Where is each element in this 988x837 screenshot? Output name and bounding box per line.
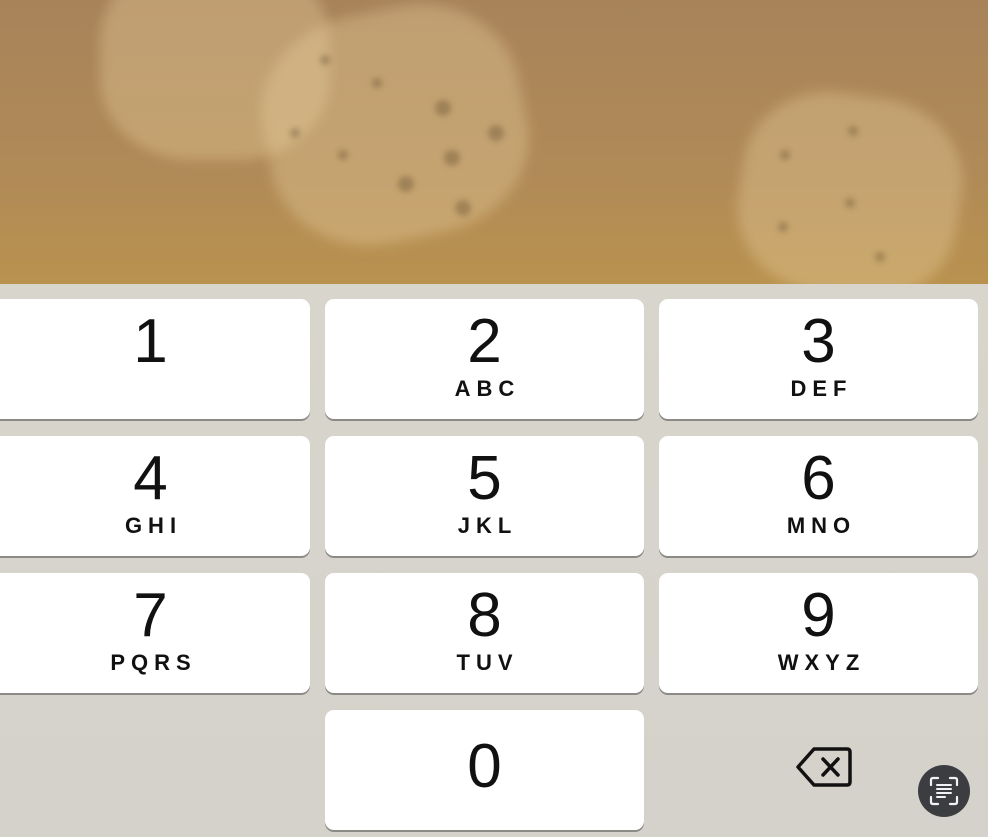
key-letters: MNO <box>786 513 857 538</box>
text-scan-button[interactable] <box>918 765 970 817</box>
blurred-die <box>727 80 973 284</box>
delete-button[interactable] <box>778 724 870 810</box>
backspace-icon <box>796 747 852 787</box>
key-letters: WXYZ <box>777 650 866 675</box>
key-7[interactable]: 7 PQRS <box>0 573 310 693</box>
blurred-dot <box>845 198 855 208</box>
key-6[interactable]: 6 MNO <box>659 436 978 556</box>
blurred-dot <box>455 200 471 216</box>
key-digit: 1 <box>133 307 168 376</box>
key-3[interactable]: 3 DEF <box>659 299 978 419</box>
key-0[interactable]: 0 <box>325 710 644 830</box>
blurred-dot <box>778 222 788 232</box>
key-4[interactable]: 4 GHI <box>0 436 310 556</box>
blurred-dot <box>875 252 885 262</box>
key-digit: 8 <box>467 581 502 650</box>
key-letters: DEF <box>790 376 853 401</box>
key-digit: 2 <box>467 307 502 376</box>
blurred-dot <box>338 150 348 160</box>
key-digit: 4 <box>133 444 168 513</box>
key-5[interactable]: 5 JKL <box>325 436 644 556</box>
blurred-dot <box>435 100 451 116</box>
blurred-dot <box>320 55 330 65</box>
key-digit: 9 <box>801 581 836 650</box>
key-digit: 3 <box>801 307 836 376</box>
key-8[interactable]: 8 TUV <box>325 573 644 693</box>
key-1[interactable]: 1 <box>0 299 310 419</box>
key-letters: JKL <box>457 513 518 538</box>
blurred-dot <box>290 128 300 138</box>
blurred-dot <box>398 176 414 192</box>
key-digit: 0 <box>467 732 502 801</box>
key-digit: 7 <box>133 581 168 650</box>
key-digit: 5 <box>467 444 502 513</box>
key-letters: PQRS <box>110 650 197 675</box>
blurred-dot <box>372 78 382 88</box>
blurred-dot <box>780 150 790 160</box>
numeric-keypad: 1 2 ABC 3 DEF 4 GHI 5 JKL 6 MNO 7 PQRS 8 <box>0 284 988 837</box>
blurred-dot <box>444 150 460 166</box>
key-9[interactable]: 9 WXYZ <box>659 573 978 693</box>
key-letters: GHI <box>124 513 183 538</box>
screen: 1 2 ABC 3 DEF 4 GHI 5 JKL 6 MNO 7 PQRS 8 <box>0 0 988 837</box>
text-scan-icon <box>929 776 959 806</box>
key-letters: ABC <box>454 376 521 401</box>
blurred-dot <box>848 126 858 136</box>
blurred-dot <box>488 125 504 141</box>
key-letters: TUV <box>456 650 519 675</box>
background-photo <box>0 0 988 284</box>
key-2[interactable]: 2 ABC <box>325 299 644 419</box>
key-digit: 6 <box>801 444 836 513</box>
